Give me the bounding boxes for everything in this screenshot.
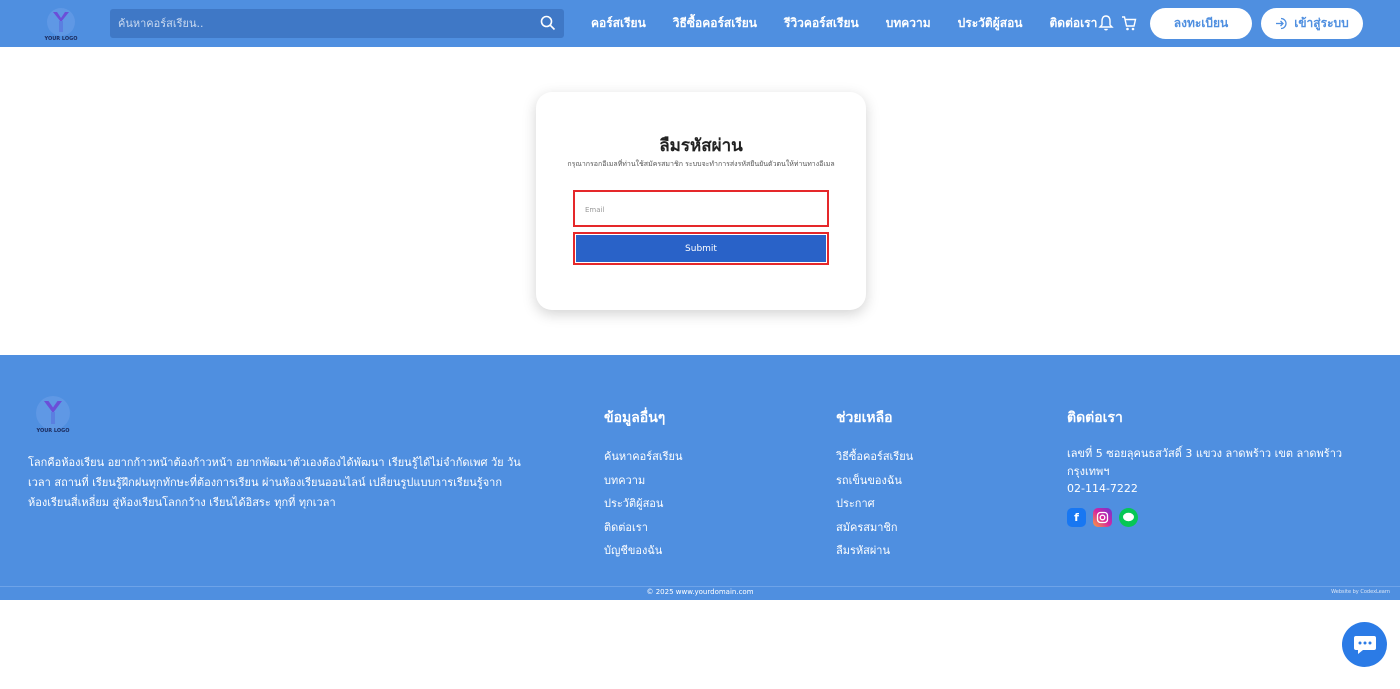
login-label: เข้าสู่ระบบ xyxy=(1294,16,1349,30)
logo-icon xyxy=(47,8,75,36)
footer-col-info: ข้อมูลอื่นๆ ค้นหาคอร์สเรียน บทความ ประวั… xyxy=(604,407,683,563)
social-links: f xyxy=(1067,507,1347,527)
footer-link-announcements[interactable]: ประกาศ xyxy=(836,492,913,516)
chat-button[interactable] xyxy=(1342,622,1387,667)
nav-reviews[interactable]: รีวิวคอร์สเรียน xyxy=(784,14,859,33)
footer-col-help: ช่วยเหลือ วิธีซื้อคอร์สเรียน รถเข็นของฉั… xyxy=(836,407,913,563)
main-nav: คอร์สเรียน วิธีซื้อคอร์สเรียน รีวิวคอร์ส… xyxy=(591,0,1124,47)
nav-how-to-buy[interactable]: วิธีซื้อคอร์สเรียน xyxy=(673,14,757,33)
footer-logo[interactable]: YOUR LOGO xyxy=(28,395,78,435)
footer-col-info-title: ข้อมูลอื่นๆ xyxy=(604,410,666,426)
footer-link-signup[interactable]: สมัครสมาชิก xyxy=(836,516,913,540)
footer-link-search-courses[interactable]: ค้นหาคอร์สเรียน xyxy=(604,445,683,469)
footer-col-help-title: ช่วยเหลือ xyxy=(836,410,893,426)
credit-text[interactable]: Website by CodexLearn xyxy=(1331,589,1390,595)
submit-wrapper: Submit xyxy=(573,232,829,265)
submit-button[interactable]: Submit xyxy=(576,235,826,262)
cart-icon[interactable] xyxy=(1121,14,1137,32)
form-title: ลืมรหัสผ่าน xyxy=(659,136,743,156)
footer-phone: 02-114-7222 xyxy=(1067,482,1138,495)
footer-col-contact: ติดต่อเรา เลขที่ 5 ซอยลุคนธสวัสดิ์ 3 แขว… xyxy=(1067,407,1347,527)
footer-address: เลขที่ 5 ซอยลุคนธสวัสดิ์ 3 แขวง ลาดพร้าว… xyxy=(1067,447,1343,478)
footer-link-how-to-buy[interactable]: วิธีซื้อคอร์สเรียน xyxy=(836,445,913,469)
login-icon xyxy=(1276,17,1287,30)
instagram-icon[interactable] xyxy=(1093,507,1112,527)
footer: YOUR LOGO โลกคือห้องเรียน อยากก้าวหน้าต้… xyxy=(0,355,1400,586)
search-input[interactable] xyxy=(118,9,538,38)
nav-contact[interactable]: ติดต่อเรา xyxy=(1049,14,1097,33)
header: YOUR LOGO คอร์สเรียน วิธีซื้อคอร์สเรียน … xyxy=(0,0,1400,47)
footer-logo-text: YOUR LOGO xyxy=(36,428,70,434)
search-icon[interactable] xyxy=(540,15,556,31)
facebook-icon[interactable]: f xyxy=(1067,507,1086,527)
copyright-bar: © 2025 www.yourdomain.com Website by Cod… xyxy=(0,586,1400,600)
email-field-wrapper xyxy=(573,190,829,227)
search-bar xyxy=(110,9,564,38)
bell-icon[interactable] xyxy=(1098,14,1114,32)
footer-link-my-account[interactable]: บัญชีของฉัน xyxy=(604,539,683,563)
logo-text: YOUR LOGO xyxy=(44,36,78,42)
logo[interactable]: YOUR LOGO xyxy=(38,8,84,42)
nav-articles[interactable]: บทความ xyxy=(886,14,931,33)
chat-icon xyxy=(1353,635,1376,654)
footer-link-articles[interactable]: บทความ xyxy=(604,469,683,493)
footer-col-contact-title: ติดต่อเรา xyxy=(1067,410,1123,426)
footer-link-contact[interactable]: ติดต่อเรา xyxy=(604,516,683,540)
email-field[interactable] xyxy=(585,200,815,220)
login-button[interactable]: เข้าสู่ระบบ xyxy=(1261,8,1363,39)
forgot-password-card: ลืมรหัสผ่าน กรุณากรอกอีเมลที่ท่านใช้สมัค… xyxy=(536,92,866,310)
copyright-text: © 2025 www.yourdomain.com xyxy=(646,588,754,596)
footer-link-my-cart[interactable]: รถเข็นของฉัน xyxy=(836,469,913,493)
nav-courses[interactable]: คอร์สเรียน xyxy=(591,14,646,33)
nav-instructors[interactable]: ประวัติผู้สอน xyxy=(958,14,1023,33)
footer-link-forgot-password[interactable]: ลืมรหัสผ่าน xyxy=(836,539,913,563)
line-icon[interactable] xyxy=(1119,507,1138,527)
footer-about: โลกคือห้องเรียน อยากก้าวหน้าต้องก้าวหน้า… xyxy=(28,456,521,509)
form-description: กรุณากรอกอีเมลที่ท่านใช้สมัครสมาชิก ระบบ… xyxy=(567,160,835,168)
register-button[interactable]: ลงทะเบียน xyxy=(1150,8,1252,39)
footer-link-instructors[interactable]: ประวัติผู้สอน xyxy=(604,492,683,516)
